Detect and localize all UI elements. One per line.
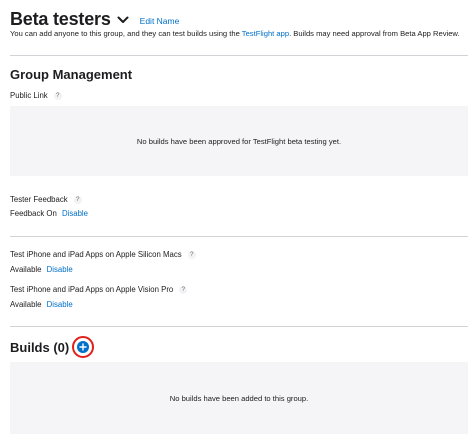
- testflight-app-link[interactable]: TestFlight app: [242, 29, 289, 38]
- apple-silicon-status: Available: [10, 265, 42, 274]
- vision-pro-status-row: Available Disable: [10, 300, 73, 309]
- public-link-label: Public Link ?: [10, 91, 62, 100]
- group-management-title: Group Management: [10, 67, 133, 82]
- group-description: You can add anyone to this group, and th…: [10, 29, 460, 38]
- public-link-empty-state: No builds have been approved for TestFli…: [10, 106, 468, 176]
- builds-empty-text: No builds have been added to this group.: [169, 393, 309, 403]
- chevron-down-icon[interactable]: [116, 13, 130, 27]
- disable-vision-pro-link[interactable]: Disable: [47, 300, 73, 309]
- public-link-label-text: Public Link: [10, 91, 48, 100]
- builds-header: Builds (0): [10, 336, 95, 358]
- apple-silicon-status-row: Available Disable: [10, 265, 73, 274]
- question-icon[interactable]: ?: [53, 91, 62, 100]
- question-icon[interactable]: ?: [179, 285, 188, 294]
- description-text-end: . Builds may need approval from Beta App…: [289, 29, 460, 38]
- vision-pro-label-text: Test iPhone and iPad Apps on Apple Visio…: [10, 285, 174, 294]
- add-build-button[interactable]: [77, 341, 90, 353]
- description-text-start: You can add anyone to this group, and th…: [10, 29, 242, 38]
- builds-empty-state: No builds have been added to this group.: [10, 362, 468, 434]
- question-icon[interactable]: ?: [73, 195, 82, 204]
- highlight-ring: [72, 336, 95, 358]
- header: Beta testers Edit Name: [10, 8, 179, 30]
- divider: [10, 55, 468, 56]
- vision-pro-status: Available: [10, 300, 42, 309]
- disable-apple-silicon-link[interactable]: Disable: [47, 265, 73, 274]
- vision-pro-label: Test iPhone and iPad Apps on Apple Visio…: [10, 285, 188, 294]
- builds-title: Builds (0): [10, 339, 70, 355]
- tester-feedback-label-text: Tester Feedback: [10, 195, 68, 204]
- plus-icon: [79, 343, 87, 351]
- edit-name-link[interactable]: Edit Name: [140, 16, 180, 26]
- divider: [10, 326, 468, 327]
- page: Beta testers Edit Name You can add anyon…: [0, 0, 474, 448]
- tester-feedback-label: Tester Feedback ?: [10, 195, 82, 204]
- group-title: Beta testers: [10, 8, 111, 29]
- feedback-status-row: Feedback On Disable: [10, 209, 88, 218]
- disable-feedback-link[interactable]: Disable: [62, 209, 88, 218]
- divider: [10, 236, 468, 237]
- question-icon[interactable]: ?: [187, 250, 196, 259]
- apple-silicon-label: Test iPhone and iPad Apps on Apple Silic…: [10, 250, 196, 259]
- public-link-empty-text: No builds have been approved for TestFli…: [136, 136, 342, 146]
- apple-silicon-label-text: Test iPhone and iPad Apps on Apple Silic…: [10, 250, 182, 259]
- feedback-status: Feedback On: [10, 209, 57, 218]
